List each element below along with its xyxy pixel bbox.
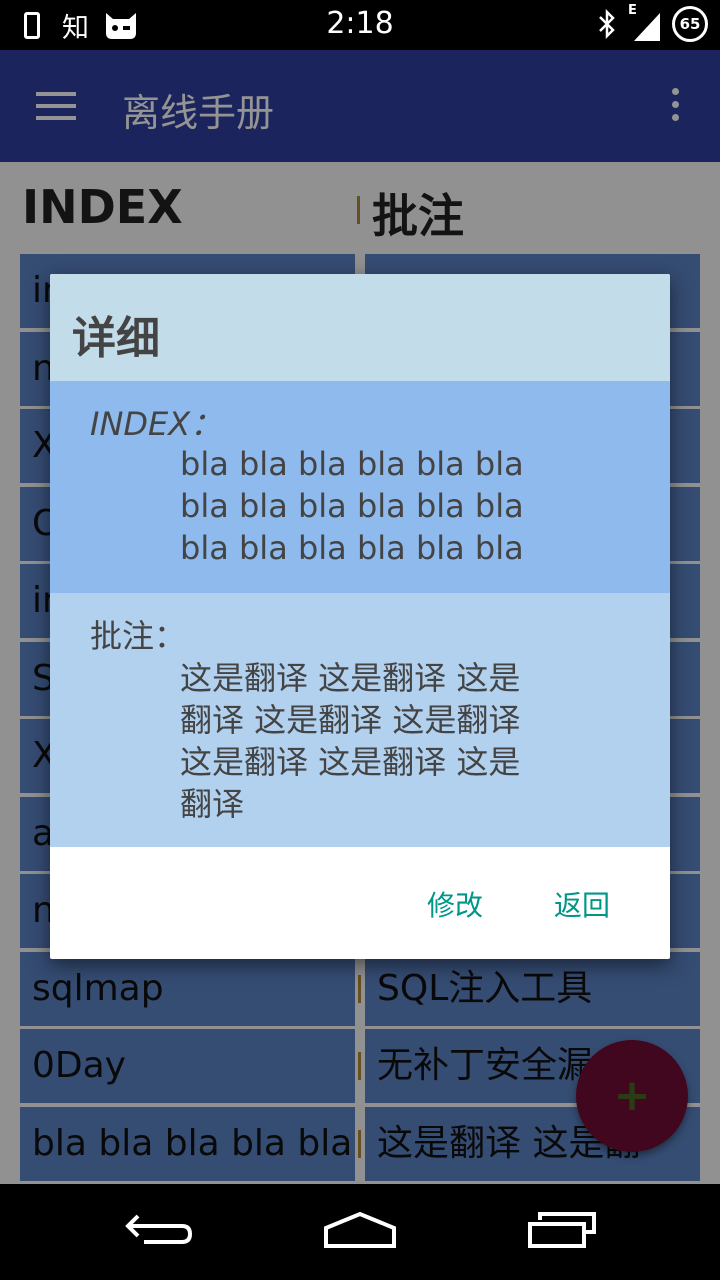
dialog-title: 详细	[72, 313, 160, 364]
back-button[interactable]: 返回	[554, 884, 610, 924]
battery-icon: 65	[672, 6, 708, 42]
home-nav-icon[interactable]	[322, 1210, 398, 1250]
dialog-index-section: INDEX： bla bla bla bla bla bla bla bla b…	[50, 381, 670, 593]
index-label: INDEX：	[90, 405, 223, 443]
dialog-note-section: 批注： 这是翻译 这是翻译 这是翻译 这是翻译 这是翻译 这是翻译 这是翻译 这…	[50, 593, 670, 847]
note-label: 批注：	[90, 617, 187, 655]
bluetooth-icon	[599, 8, 615, 40]
note-value: 这是翻译 这是翻译 这是翻译 这是翻译 这是翻译 这是翻译 这是翻译 这是翻译	[180, 659, 521, 823]
back-nav-icon[interactable]	[124, 1210, 196, 1250]
status-bar: 知 2:18 E 65	[0, 0, 720, 50]
edit-button[interactable]: 修改	[427, 884, 483, 924]
navigation-bar	[0, 1184, 720, 1280]
app-bar-scrim	[0, 50, 720, 162]
fab-scrim	[576, 1040, 688, 1152]
dialog-title-bar: 详细	[50, 274, 670, 381]
recents-nav-icon[interactable]	[526, 1210, 598, 1250]
index-value: bla bla bla bla bla bla bla bla bla bla …	[180, 445, 524, 567]
signal-icon: E	[628, 3, 662, 41]
detail-dialog: 详细 INDEX： bla bla bla bla bla bla bla bl…	[50, 274, 670, 959]
